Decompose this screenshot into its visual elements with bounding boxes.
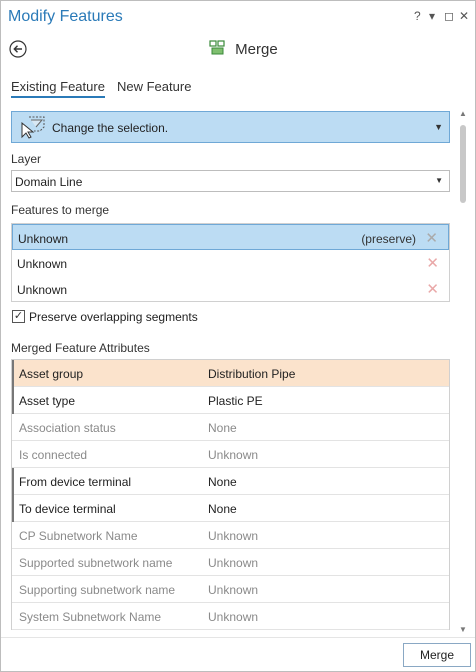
- preserve-checkbox-label[interactable]: Preserve overlapping segments: [29, 310, 198, 324]
- selection-tool-label: Change the selection.: [52, 121, 169, 135]
- attribute-name: CP Subnetwork Name: [19, 529, 138, 543]
- layer-select[interactable]: Domain Line ▼: [11, 170, 450, 192]
- feature-row[interactable]: Unknown ✕: [12, 276, 449, 302]
- attribute-value[interactable]: Plastic PE: [208, 394, 263, 408]
- attribute-value: Unknown: [208, 448, 259, 462]
- tool-title: Merge: [209, 40, 278, 58]
- attribute-value[interactable]: None: [208, 475, 237, 489]
- scrollbar-thumb[interactable]: [460, 125, 466, 203]
- chevron-down-icon: ▼: [434, 122, 443, 132]
- selection-tool-dropdown[interactable]: Change the selection. ▼: [11, 111, 450, 143]
- attribute-name: Supported subnetwork name: [19, 556, 173, 570]
- scroll-up-icon[interactable]: ▲: [458, 109, 468, 119]
- merge-button[interactable]: Merge: [403, 643, 471, 667]
- feature-row[interactable]: Unknown ✕: [12, 250, 449, 276]
- attribute-value: Unknown: [208, 583, 259, 597]
- pane-title: Modify Features: [8, 8, 123, 25]
- float-button[interactable]: ◻: [444, 9, 454, 23]
- remove-icon[interactable]: ✕: [425, 229, 438, 247]
- attribute-name: From device terminal: [19, 475, 132, 489]
- attribute-value: Unknown: [208, 556, 259, 570]
- attribute-value[interactable]: None: [208, 502, 237, 516]
- features-to-merge-label: Features to merge: [11, 203, 110, 217]
- merged-attributes-label: Merged Feature Attributes: [11, 341, 150, 355]
- table-row[interactable]: Asset type Plastic PE: [12, 387, 449, 414]
- select-cursor-icon: [21, 116, 45, 139]
- attributes-table: Asset group Distribution Pipe Asset type…: [11, 359, 450, 630]
- preserve-tag: (preserve): [361, 232, 416, 246]
- attribute-name: Is connected: [19, 448, 88, 462]
- tool-header: Merge: [1, 35, 475, 65]
- tab-new-feature[interactable]: New Feature: [117, 79, 191, 94]
- attribute-value: Unknown: [208, 610, 259, 624]
- pane-title-bar: Modify Features ? ▾ ◻ ✕: [1, 1, 475, 33]
- modify-features-pane: Modify Features ? ▾ ◻ ✕ Merge Existing F…: [0, 0, 476, 672]
- feature-name: Unknown: [18, 232, 69, 246]
- table-row: Association status None: [12, 414, 449, 441]
- feature-name: Unknown: [17, 283, 68, 297]
- attribute-value: Unknown: [208, 529, 259, 543]
- table-row: System Subnetwork Name Unknown: [12, 603, 449, 630]
- attribute-name: Association status: [19, 421, 116, 435]
- vertical-scrollbar[interactable]: ▲ ▼: [458, 107, 468, 637]
- tool-title-label: Merge: [235, 41, 278, 58]
- table-row[interactable]: Asset group Distribution Pipe: [12, 360, 449, 387]
- help-button[interactable]: ?: [414, 9, 421, 23]
- merge-icon: [209, 40, 225, 55]
- remove-icon[interactable]: ✕: [426, 254, 439, 272]
- attribute-name: Asset type: [19, 394, 76, 408]
- table-row: Supported subnetwork name Unknown: [12, 549, 449, 576]
- attribute-name: System Subnetwork Name: [19, 610, 162, 624]
- feature-name: Unknown: [17, 257, 68, 271]
- attribute-name: To device terminal: [19, 502, 116, 516]
- feature-row[interactable]: Unknown (preserve) ✕: [12, 224, 449, 250]
- attribute-value: None: [208, 421, 237, 435]
- preserve-checkbox[interactable]: ✓: [12, 310, 25, 323]
- pane-footer: Merge: [1, 637, 475, 671]
- layer-label: Layer: [11, 152, 42, 166]
- attribute-value[interactable]: Distribution Pipe: [208, 367, 295, 381]
- table-row: Is connected Unknown: [12, 441, 449, 468]
- remove-icon[interactable]: ✕: [426, 280, 439, 298]
- chevron-down-icon: ▼: [435, 176, 443, 185]
- layer-select-value: Domain Line: [15, 175, 83, 189]
- table-row: CP Subnetwork Name Unknown: [12, 522, 449, 549]
- table-row: Supporting subnetwork name Unknown: [12, 576, 449, 603]
- attribute-name: Asset group: [19, 367, 84, 381]
- tool-content: Change the selection. ▼ Layer Domain Lin…: [1, 107, 475, 637]
- features-list: Unknown (preserve) ✕ Unknown ✕ Unknown ✕: [11, 223, 450, 302]
- back-arrow-icon[interactable]: [9, 40, 27, 58]
- tab-existing-feature[interactable]: Existing Feature: [11, 79, 105, 98]
- attribute-name: Supporting subnetwork name: [19, 583, 176, 597]
- pane-menu-button[interactable]: ▾: [429, 9, 435, 23]
- close-button[interactable]: ✕: [459, 9, 469, 23]
- table-row[interactable]: To device terminal None: [12, 495, 449, 522]
- table-row[interactable]: From device terminal None: [12, 468, 449, 495]
- scroll-down-icon[interactable]: ▼: [458, 625, 468, 635]
